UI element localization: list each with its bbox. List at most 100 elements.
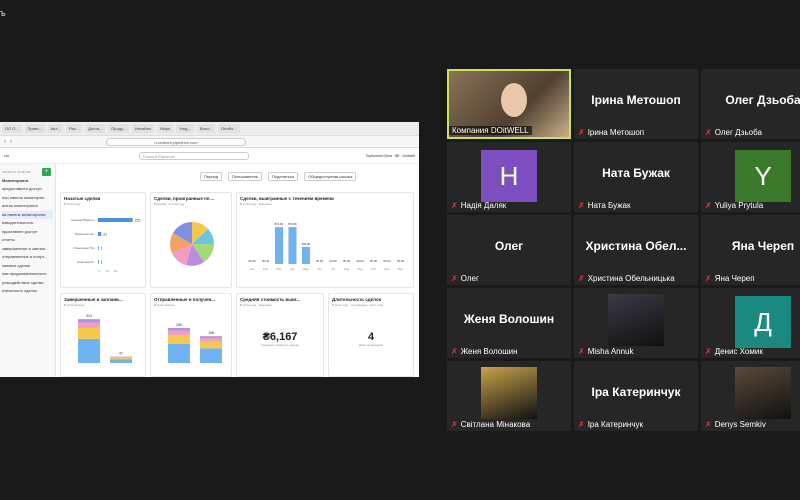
- bar-value-label: 1: [101, 247, 103, 251]
- participant-label: ✗ Ірина Метошоп: [578, 128, 644, 137]
- bar-segment: [200, 341, 222, 349]
- bar-segment: [78, 338, 100, 363]
- browser-tab[interactable]: ОО П...: [2, 124, 22, 133]
- participant-tile[interactable]: Яна Череп ✗ Яна Череп: [701, 215, 800, 285]
- forward-icon[interactable]: ›: [10, 139, 12, 145]
- card-title: Начатые сделки: [64, 196, 101, 201]
- participant-label: ✗ Misha Annuk: [578, 347, 634, 356]
- participant-name: Денис Хомик: [714, 347, 763, 356]
- duration-value: 4: [367, 331, 375, 343]
- participant-tile[interactable]: Женя Волошин ✗ Женя Волошин: [447, 288, 571, 358]
- sidebar-item[interactable]: предоставлен доступ: [2, 185, 53, 194]
- avg-value: ₴6,167: [262, 331, 298, 343]
- participant-tile[interactable]: Компания DOitWELL: [447, 69, 571, 139]
- participant-label: ✗ Женя Волошин: [451, 347, 518, 356]
- participant-tile[interactable]: Ната Бужак ✗ Ната Бужак: [574, 142, 698, 212]
- card-completed-activities[interactable]: Завершенные и заплани... В этом месяце 3…: [60, 293, 146, 377]
- mic-muted-icon: ✗: [578, 201, 585, 210]
- card-avg-value[interactable]: Средняя стоимость выиг... В этом году · …: [236, 293, 324, 377]
- bar-value-label: 1: [101, 261, 103, 265]
- participant-display-name: Женя Волошин: [463, 312, 555, 326]
- public-link-button[interactable]: Общедоступная ссылка: [304, 171, 357, 181]
- participant-tile[interactable]: Олег ✗ Олег: [447, 215, 571, 285]
- add-icon[interactable]: +: [42, 168, 51, 176]
- participant-name: Христина Обельницька: [587, 274, 675, 283]
- participant-label: ✗ Denys Semkiv: [705, 420, 766, 429]
- bar-segment: [78, 322, 100, 328]
- participant-tile[interactable]: Іра Катеринчук ✗ Іра Катеринчук: [574, 361, 698, 431]
- x-tick-label: Nov: [384, 267, 390, 271]
- sidebar-item[interactable]: ая панель мониторинга: [2, 210, 53, 219]
- participant-label: Компания DOitWELL: [449, 126, 532, 135]
- browser-tab[interactable]: Инсайты: [131, 124, 155, 133]
- card-emails[interactable]: Отправленные и получен... В этом месяце …: [150, 293, 232, 377]
- bar: [98, 260, 99, 264]
- user-menu[interactable]: Topfunnels Okna · ВК · DoItwell: [366, 154, 415, 158]
- participant-tile[interactable]: H ✗ Надія Даляк: [447, 142, 571, 212]
- bar-value-label: 47: [119, 352, 123, 356]
- card-lost-deals[interactable]: Сделки, проигранные по ... Причина · в э…: [150, 192, 232, 288]
- sidebar-item[interactable]: завершенные и заплан...: [2, 245, 53, 254]
- sidebar-item[interactable]: ная продолжительность: [2, 270, 53, 279]
- card-started-deals[interactable]: Начатые сделки В этом году Алексей Вукол…: [60, 192, 146, 288]
- sidebar-item[interactable]: ровоздействие сделки: [2, 279, 53, 288]
- sidebar-item[interactable]: анель мониторинга: [2, 202, 53, 211]
- participant-tile[interactable]: ✗ Світлана Мінакова: [447, 361, 571, 431]
- url-field[interactable]: rf-doitwell.pipedrive.com: [106, 137, 246, 146]
- bar: [302, 246, 310, 264]
- bar-value-label: 00.00: [384, 259, 391, 263]
- participant-display-name: Олег Дзьоба: [725, 93, 800, 107]
- sidebar-item[interactable]: Мониторинга: [2, 177, 53, 186]
- user-dropdown[interactable]: Пользователь: [228, 171, 262, 181]
- browser-tab[interactable]: Принт...: [24, 124, 45, 133]
- browser-tab[interactable]: Онлбо...: [218, 124, 240, 133]
- mic-muted-icon: ✗: [578, 420, 585, 429]
- sidebar-item[interactable]: каемые сделки: [2, 262, 53, 271]
- mic-muted-icon: ✗: [578, 274, 585, 283]
- participant-name: Компания DOitWELL: [452, 126, 529, 135]
- sidebar-item[interactable]: едоставлен доступ: [2, 228, 53, 237]
- participant-tile[interactable]: Олег Дзьоба ✗ Олег Дзьоба: [701, 69, 800, 139]
- participant-label: ✗ Яна Череп: [705, 274, 755, 283]
- browser-tab[interactable]: Бизн...: [196, 124, 215, 133]
- participant-tile[interactable]: Y ✗ Yuliya Prytula: [701, 142, 800, 212]
- sidebar-item[interactable]: ительность сделок: [2, 287, 53, 296]
- participant-tile[interactable]: ✗ Denys Semkiv: [701, 361, 800, 431]
- bar-segment: [110, 357, 132, 360]
- sidebar-item[interactable]: изводительность: [2, 219, 53, 228]
- bar-value-label: 00.00: [370, 259, 377, 263]
- avatar: Y: [735, 150, 791, 202]
- back-icon[interactable]: ‹: [4, 139, 6, 145]
- bar-value-label: 21: [103, 233, 107, 237]
- x-tick-label: Oct: [371, 267, 376, 271]
- sidebar-item[interactable]: отчеты: [2, 236, 53, 245]
- avatar: H: [481, 150, 537, 202]
- browser-tab[interactable]: Доста...: [85, 124, 106, 133]
- card-deal-duration[interactable]: Длительность сделок В этом году · потеря…: [328, 293, 414, 377]
- share-button[interactable]: Поделиться: [268, 171, 299, 181]
- browser-tab[interactable]: Миро: [157, 124, 174, 133]
- mic-muted-icon: ✗: [705, 128, 712, 137]
- participant-name: Женя Волошин: [460, 347, 518, 356]
- period-dropdown[interactable]: Период: [200, 171, 223, 181]
- won-deals-chart: 00.00 Jan 00.00 Feb 872.9K Mar 873.9K Apr 403.9K…: [249, 222, 405, 271]
- x-tick-label: Apr: [290, 267, 295, 271]
- browser-tab[interactable]: Проду...: [108, 124, 129, 133]
- browser-tab[interactable]: Акт...: [47, 124, 63, 133]
- participant-tile[interactable]: Д ✗ Денис Хомик: [701, 288, 800, 358]
- browser-tab[interactable]: Угод...: [176, 124, 194, 133]
- window-title-fragment: ъ: [0, 8, 6, 18]
- participant-display-name: Іра Катеринчук: [591, 385, 681, 399]
- card-won-deals[interactable]: Сделки, выигранные с течением времени В …: [236, 192, 414, 288]
- participant-tile[interactable]: ✗ Misha Annuk: [574, 288, 698, 358]
- bar: [288, 227, 297, 264]
- mic-muted-icon: ✗: [705, 201, 712, 210]
- bar-value-label: 872.9K: [275, 222, 284, 226]
- browser-tab[interactable]: Рас...: [66, 124, 83, 133]
- avatar: Д: [735, 296, 791, 348]
- search-input[interactable]: Поиск в Pipedrive: [138, 151, 249, 160]
- participant-tile[interactable]: Христина Обел... ✗ Христина Обельницька: [574, 215, 698, 285]
- participant-tile[interactable]: Ірина Метошоп ✗ Ірина Метошоп: [574, 69, 698, 139]
- sidebar-item[interactable]: ели панель мониторин...: [2, 194, 53, 203]
- sidebar-item[interactable]: отправленные и получ...: [2, 253, 53, 262]
